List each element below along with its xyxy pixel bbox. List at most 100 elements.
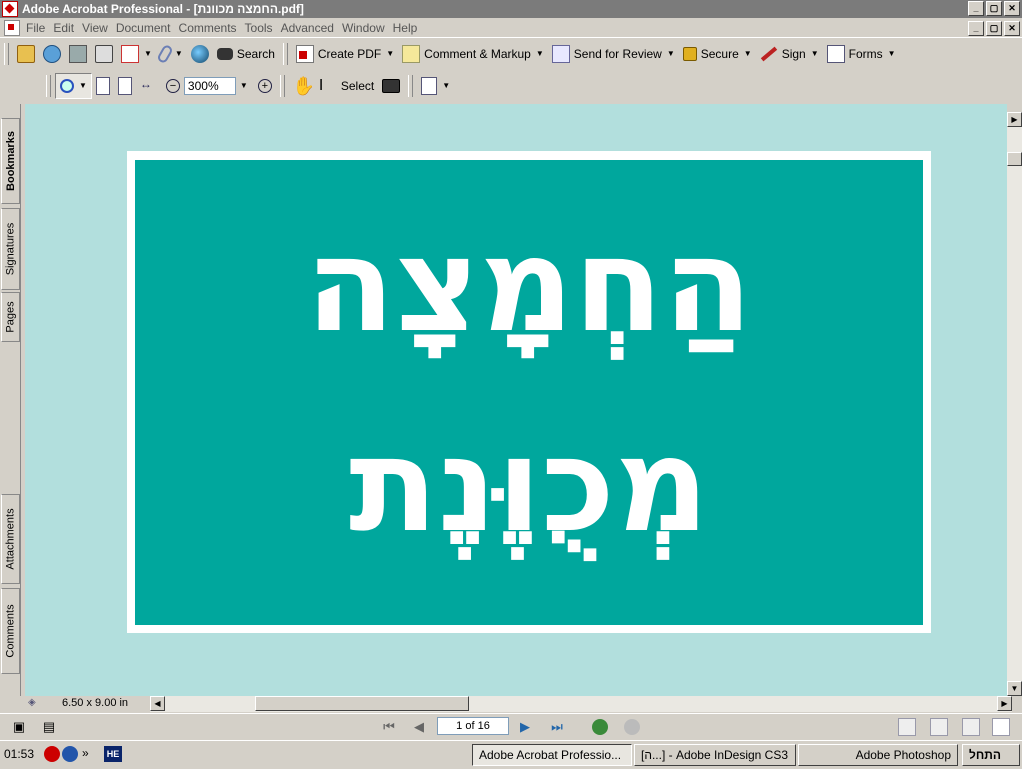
next-page-icon[interactable]: ▶ <box>516 718 534 736</box>
web-button[interactable] <box>187 42 213 66</box>
single-page-view-icon[interactable] <box>898 718 916 736</box>
zoom-tool-button[interactable]: ▼ <box>55 72 92 99</box>
menu-bar: File Edit View Document Comments Tools A… <box>0 18 1022 38</box>
search-button[interactable]: Search <box>213 42 279 66</box>
tile-button[interactable]: ▼ <box>117 42 156 66</box>
last-page-icon[interactable]: ⏭ <box>548 718 566 736</box>
toolbar-grip[interactable] <box>46 74 51 97</box>
zoom-input[interactable]: 300% <box>183 76 236 95</box>
open-button[interactable] <box>13 42 39 66</box>
doc-minimize-button[interactable]: _ <box>968 21 984 36</box>
zoom-in-button[interactable]: + <box>254 74 276 98</box>
secure-button[interactable]: Secure ▼ <box>679 42 756 66</box>
hand-tool-button[interactable]: ✋ <box>289 74 315 98</box>
document-view[interactable]: הַחְמָצָה מְכֻוֶּנֶת <box>25 104 1007 696</box>
task-indesign[interactable]: [ה...] - Adobe InDesign CS3 <box>634 744 796 766</box>
toolbar-grip[interactable] <box>4 42 9 65</box>
pages-icon <box>421 76 438 95</box>
close-button[interactable]: ✕ <box>1004 1 1020 16</box>
attach-button[interactable]: ▼ <box>156 42 187 66</box>
zoom-dropdown-icon[interactable]: ▼ <box>240 81 248 90</box>
scroll-left-icon[interactable]: ◀ <box>150 696 165 711</box>
forms-icon <box>826 44 845 63</box>
chevron-down-icon: ▼ <box>386 49 395 58</box>
doc-close-button[interactable]: ✕ <box>1004 21 1020 36</box>
actual-size-button[interactable] <box>92 74 114 98</box>
menu-tools[interactable]: Tools <box>245 21 281 35</box>
menu-advanced[interactable]: Advanced <box>281 21 342 35</box>
forms-button[interactable]: Forms ▼ <box>823 42 900 66</box>
doc-restore-button[interactable]: ▢ <box>986 21 1002 36</box>
sign-button[interactable]: Sign ▼ <box>756 42 823 66</box>
secure-label: Secure <box>700 46 739 61</box>
quicklaunch-chevron[interactable]: » <box>82 746 98 762</box>
comment-markup-label: Comment & Markup <box>424 46 531 61</box>
continuous-view-icon[interactable] <box>930 718 948 736</box>
task-photoshop[interactable]: Adobe Photoshop <box>798 744 958 766</box>
tab-comments-label: Comments <box>4 604 17 658</box>
tab-signatures[interactable]: Signatures <box>1 208 20 290</box>
horizontal-scroll-thumb[interactable] <box>255 696 469 711</box>
page-content-panel: הַחְמָצָה מְכֻוֶּנֶת <box>135 160 923 625</box>
scroll-right-icon[interactable]: ▶ <box>997 696 1012 711</box>
menu-file[interactable]: File <box>26 21 53 35</box>
toolbar-grip[interactable] <box>282 42 288 65</box>
folder-open-icon <box>17 44 35 63</box>
acrobat-tray-icon[interactable] <box>44 746 60 762</box>
camera-icon <box>382 78 401 93</box>
split-handle-icon[interactable]: ◈ <box>28 697 36 708</box>
page-number-field[interactable]: 1 of 16 <box>437 717 509 735</box>
toolbar-grip[interactable] <box>279 74 285 97</box>
organizer-button[interactable] <box>39 42 65 66</box>
horizontal-scroll-row: ◈ 6.50 x 9.00 in ◀ ▶ <box>20 696 1022 712</box>
chevron-down-icon: ▼ <box>743 49 752 58</box>
next-view-icon[interactable] <box>624 719 640 735</box>
tab-bookmarks[interactable]: Bookmarks <box>1 118 20 204</box>
print-button[interactable] <box>91 42 117 66</box>
menu-help[interactable]: Help <box>393 21 426 35</box>
comment-markup-button[interactable]: Comment & Markup ▼ <box>398 42 548 66</box>
document-icon[interactable] <box>4 19 20 36</box>
acrobat-app-icon[interactable] <box>2 1 18 17</box>
window-title: Adobe Acrobat Professional - [החמצה מכוו… <box>22 2 304 16</box>
snapshot-button[interactable] <box>378 74 404 98</box>
chevron-down-icon: ▼ <box>810 49 819 58</box>
start-button[interactable]: התחל <box>962 744 1020 766</box>
fit-width-button[interactable]: ↔ <box>136 74 162 98</box>
lock-icon <box>682 46 697 61</box>
menu-document[interactable]: Document <box>116 21 179 35</box>
menu-comments[interactable]: Comments <box>179 21 245 35</box>
previous-page-icon[interactable]: ◀ <box>410 718 428 736</box>
fit-page-button[interactable] <box>114 74 136 98</box>
save-button[interactable] <box>65 42 91 66</box>
facing-view-icon[interactable] <box>962 718 980 736</box>
menu-window[interactable]: Window <box>342 21 393 35</box>
restore-button[interactable]: ▢ <box>986 1 1002 16</box>
first-page-icon[interactable]: ⏮ <box>380 718 398 736</box>
menu-edit[interactable]: Edit <box>53 21 82 35</box>
pane-expand-icon[interactable]: ▶ <box>1007 112 1022 127</box>
select-tool-button[interactable]: Ⅰ Select <box>315 74 378 98</box>
vertical-scrollbar[interactable]: ▲ ▼ <box>1007 112 1022 696</box>
create-pdf-button[interactable]: Create PDF ▼ <box>292 42 398 66</box>
window-icon[interactable]: ▤ <box>40 718 58 736</box>
menu-view[interactable]: View <box>82 21 116 35</box>
vertical-scroll-thumb[interactable] <box>1007 152 1022 166</box>
scroll-down-icon[interactable]: ▼ <box>1007 681 1022 696</box>
send-review-button[interactable]: Send for Review ▼ <box>548 42 679 66</box>
tab-comments[interactable]: Comments <box>1 588 20 674</box>
minimize-button[interactable]: _ <box>968 1 984 16</box>
zoom-out-button[interactable]: − <box>162 74 184 98</box>
browser-tray-icon[interactable] <box>62 746 78 762</box>
previous-view-icon[interactable] <box>592 719 608 735</box>
pages-button[interactable]: ▼ <box>417 74 454 98</box>
tab-pages[interactable]: Pages <box>1 292 20 342</box>
screen-icon[interactable]: ▣ <box>10 718 28 736</box>
tab-attachments[interactable]: Attachments <box>1 494 20 584</box>
navigation-pane-tabs: Bookmarks Signatures Pages Attachments C… <box>0 104 21 704</box>
toolbar-grip[interactable] <box>408 74 414 97</box>
horizontal-scrollbar[interactable]: ◀ ▶ <box>150 696 1012 712</box>
continuous-facing-view-icon[interactable] <box>992 718 1010 736</box>
task-acrobat[interactable]: Adobe Acrobat Professio... <box>472 744 632 766</box>
language-indicator[interactable]: HE <box>104 746 122 762</box>
